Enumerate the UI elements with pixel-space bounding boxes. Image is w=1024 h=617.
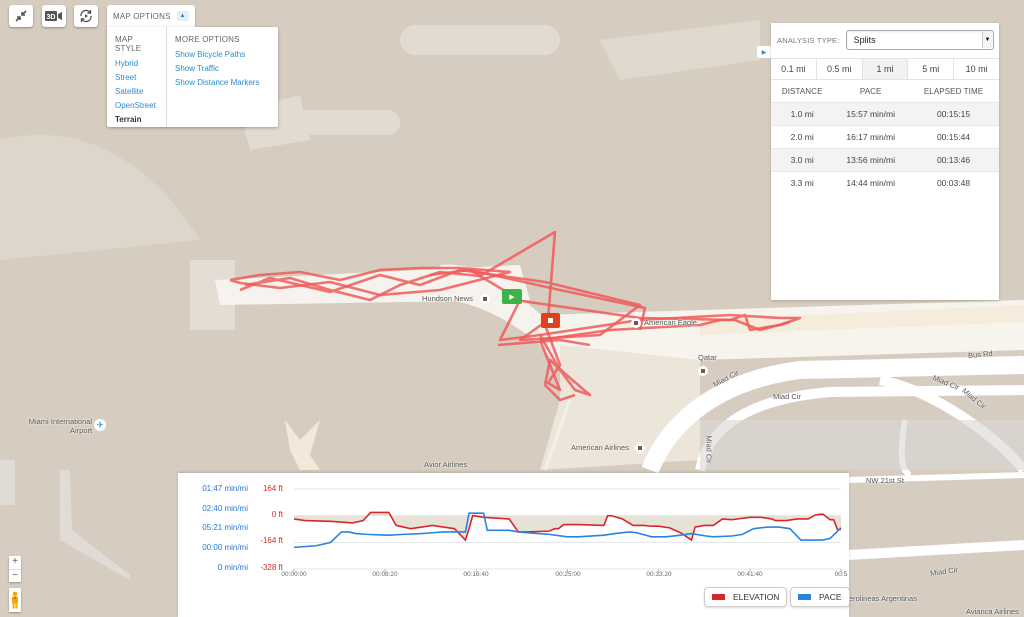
map-options-button[interactable]: MAP OPTIONS ▲ <box>107 5 195 27</box>
map-style-hybrid[interactable]: Hybrid <box>115 59 158 68</box>
map-style-street[interactable]: Street <box>115 73 158 82</box>
poi-label-qatar[interactable]: Qatar <box>698 353 717 362</box>
column-header-distance[interactable]: DISTANCE <box>771 80 833 103</box>
split-elapsed: 00:03:48 <box>908 171 999 194</box>
exit-fullscreen-button[interactable] <box>9 5 33 27</box>
map-style-satellite[interactable]: Satellite <box>115 87 158 96</box>
show-distance-markers-link[interactable]: Show Distance Markers <box>175 78 259 87</box>
split-elapsed: 00:15:15 <box>908 102 999 126</box>
split-interval-selector: 0.1 mi 0.5 mi 1 mi 5 mi 10 mi <box>771 58 999 80</box>
legend-pace-toggle[interactable]: PACE <box>790 587 850 607</box>
x-tick-label: 00:00:00 <box>281 571 307 578</box>
interval-1-mi[interactable]: 1 mi <box>861 59 908 79</box>
interval-10-mi[interactable]: 10 mi <box>953 59 999 79</box>
column-header-pace[interactable]: PACE <box>833 80 908 103</box>
airport-label: Miami International Airport <box>28 417 92 435</box>
analysis-type-value: Splits <box>853 35 876 45</box>
poi-marker-american-eagle[interactable] <box>631 318 641 328</box>
finish-marker-icon[interactable] <box>541 313 560 328</box>
map-style-openstreet[interactable]: OpenStreet <box>115 101 158 110</box>
split-distance: 1.0 mi <box>771 102 834 126</box>
street-label-nw-21st: NW 21st St <box>866 476 904 485</box>
3d-view-button[interactable]: 3D <box>42 5 66 27</box>
dropdown-arrow-icon: ▼ <box>982 32 992 48</box>
legend-pace-label: PACE <box>819 592 842 602</box>
elevation-swatch <box>712 594 725 600</box>
table-row[interactable]: 2.0 mi 16:17 min/mi 00:15:44 <box>771 125 999 149</box>
elevation-pace-chart[interactable] <box>178 473 849 583</box>
map-options-panel: MAP STYLE Hybrid Street Satellite OpenSt… <box>107 27 278 127</box>
3d-label: 3D <box>47 14 56 21</box>
more-options-heading: MORE OPTIONS <box>175 35 240 44</box>
zoom-controls: + − <box>9 556 21 582</box>
map-style-terrain[interactable]: Terrain <box>115 115 158 124</box>
street-label-miad-cir-2: Miad Cir <box>773 392 801 401</box>
poi-label-american-eagle[interactable]: American Eagle <box>644 318 697 327</box>
poi-label-american-airlines[interactable]: American Airlines <box>571 443 629 452</box>
legend-elevation-label: ELEVATION <box>733 592 780 602</box>
street-label-miad-cir-5: Miad Cir <box>704 435 714 464</box>
zoom-in-button[interactable]: + <box>9 556 21 569</box>
x-tick-label: 00:08:20 <box>372 571 398 578</box>
table-row[interactable]: 3.3 mi 14:44 min/mi 00:03:48 <box>771 171 999 194</box>
x-tick-label: 00:41:40 <box>737 571 763 578</box>
elevation-pace-chart-panel: 01:47 min/mi 02:40 min/mi 05:21 min/mi 0… <box>178 473 850 617</box>
chevron-up-icon: ▲ <box>176 11 189 21</box>
x-tick-label: 00:16:40 <box>463 571 489 578</box>
collapse-arrows-icon <box>15 10 27 22</box>
analysis-type-select[interactable]: Splits ▼ <box>845 30 994 50</box>
poi-label-hudson[interactable]: Hundson News <box>422 294 473 303</box>
split-distance: 3.3 mi <box>771 171 834 194</box>
analysis-panel: ANALYSIS TYPE: Splits ▼ 0.1 mi 0.5 mi 1 … <box>771 23 999 300</box>
3d-camera-icon: 3D <box>45 11 62 21</box>
show-bicycle-paths-link[interactable]: Show Bicycle Paths <box>175 50 259 59</box>
pace-swatch <box>798 594 811 600</box>
split-distance: 2.0 mi <box>771 125 834 149</box>
analysis-panel-toggle[interactable]: ▶ <box>757 46 771 58</box>
poi-label-aerolineas[interactable]: erolineas Argentinas <box>849 594 917 603</box>
airport-icon[interactable]: ✈ <box>94 419 106 431</box>
table-row[interactable]: 1.0 mi 15:57 min/mi 00:15:15 <box>771 102 999 126</box>
interval-0-5-mi[interactable]: 0.5 mi <box>815 59 862 79</box>
pegman-icon <box>12 591 18 609</box>
x-tick-label: 00:5 <box>834 571 848 578</box>
split-pace: 13:56 min/mi <box>833 148 909 172</box>
map-style-heading: MAP STYLE <box>115 35 142 53</box>
x-tick-label: 00:25:00 <box>555 571 581 578</box>
map-style-column: MAP STYLE Hybrid Street Satellite OpenSt… <box>107 27 166 127</box>
interval-5-mi[interactable]: 5 mi <box>907 59 953 79</box>
legend-elevation-toggle[interactable]: ELEVATION <box>704 587 788 607</box>
splits-table: DISTANCE PACE ELAPSED TIME 1.0 mi 15:57 … <box>771 80 999 194</box>
split-elapsed: 00:13:46 <box>908 148 999 172</box>
show-traffic-link[interactable]: Show Traffic <box>175 64 259 73</box>
poi-label-avianca[interactable]: Avianca Airlines <box>966 607 1019 616</box>
street-view-pegman[interactable] <box>9 588 21 612</box>
split-distance: 3.0 mi <box>771 148 834 172</box>
split-pace: 14:44 min/mi <box>833 171 909 194</box>
poi-marker-american-airlines[interactable] <box>635 443 645 453</box>
column-header-elapsed-time[interactable]: ELAPSED TIME <box>908 80 999 103</box>
chevron-right-icon: ▶ <box>761 49 767 56</box>
table-row[interactable]: 3.0 mi 13:56 min/mi 00:13:46 <box>771 148 999 172</box>
interval-0-1-mi[interactable]: 0.1 mi <box>771 59 816 79</box>
start-marker-icon[interactable]: ▶ <box>502 289 522 304</box>
airport-label-line1: Miami International <box>28 417 93 426</box>
airport-label-line2: Airport <box>70 426 93 435</box>
x-tick-label: 00:33:20 <box>646 571 672 578</box>
zoom-out-button[interactable]: − <box>9 569 21 582</box>
poi-label-avior[interactable]: Avior Airlines <box>424 460 467 469</box>
split-pace: 16:17 min/mi <box>833 125 909 149</box>
replay-icon <box>80 9 92 23</box>
analysis-type-label: ANALYSIS TYPE: <box>777 35 840 45</box>
replay-button[interactable] <box>74 5 98 27</box>
poi-marker-hudson[interactable] <box>480 294 490 304</box>
split-elapsed: 00:15:44 <box>908 125 999 149</box>
chart-gridlines <box>294 488 841 570</box>
map-options-label: MAP OPTIONS <box>113 11 171 21</box>
split-pace: 15:57 min/mi <box>833 102 909 126</box>
poi-marker-qatar[interactable] <box>698 366 708 376</box>
more-options-column: MORE OPTIONS Show Bicycle Paths Show Tra… <box>166 27 267 127</box>
